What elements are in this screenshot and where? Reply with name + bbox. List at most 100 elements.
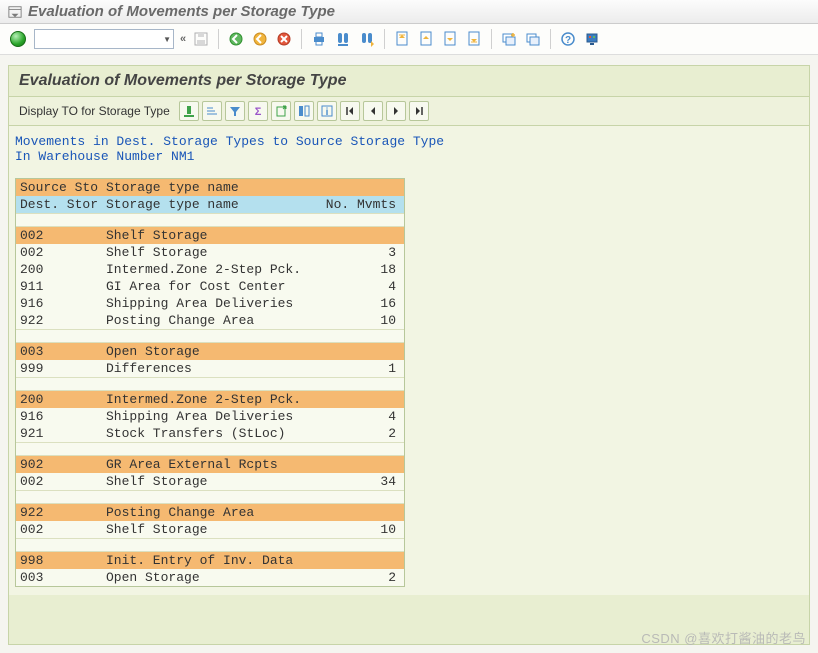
dest-mvmt: 34 bbox=[316, 473, 402, 490]
dest-row[interactable]: 999Differences1 bbox=[16, 360, 404, 377]
dest-mvmt: 10 bbox=[316, 521, 402, 538]
menu-icon[interactable] bbox=[8, 5, 22, 19]
dest-row[interactable]: 200Intermed.Zone 2-Step Pck.18 bbox=[16, 261, 404, 278]
dest-code: 003 bbox=[16, 569, 106, 586]
dest-code: 916 bbox=[16, 295, 106, 312]
svg-text:?: ? bbox=[565, 35, 571, 46]
src-code: 200 bbox=[16, 391, 106, 408]
source-row[interactable]: 200Intermed.Zone 2-Step Pck. bbox=[16, 391, 404, 408]
find-icon[interactable] bbox=[332, 28, 354, 50]
dest-code: 921 bbox=[16, 425, 106, 442]
info-line-2: In Warehouse Number NM1 bbox=[15, 149, 803, 164]
dest-row[interactable]: 002Shelf Storage34 bbox=[16, 473, 404, 490]
src-name: Posting Change Area bbox=[106, 504, 316, 521]
dest-row[interactable]: 002Shelf Storage3 bbox=[16, 244, 404, 261]
back-icon[interactable] bbox=[225, 28, 247, 50]
nav-prev-icon[interactable] bbox=[363, 101, 383, 121]
details-icon[interactable] bbox=[179, 101, 199, 121]
dest-name: GI Area for Cost Center bbox=[106, 278, 316, 295]
filter-icon[interactable] bbox=[225, 101, 245, 121]
dest-row[interactable]: 921Stock Transfers (StLoc)2 bbox=[16, 425, 404, 442]
dest-name: Stock Transfers (StLoc) bbox=[106, 425, 316, 442]
source-row[interactable]: 003Open Storage bbox=[16, 343, 404, 360]
alv-toolbar: Display TO for Storage Type Σ i bbox=[9, 97, 809, 126]
dest-code: 916 bbox=[16, 408, 106, 425]
window-title: Evaluation of Movements per Storage Type bbox=[28, 3, 335, 20]
content-panel: Evaluation of Movements per Storage Type… bbox=[8, 65, 810, 645]
report-area: Movements in Dest. Storage Types to Sour… bbox=[9, 126, 809, 595]
src-code: 902 bbox=[16, 456, 106, 473]
src-code: 003 bbox=[16, 343, 106, 360]
dest-row[interactable]: 003Open Storage2 bbox=[16, 569, 404, 586]
dest-name: Shipping Area Deliveries bbox=[106, 295, 316, 312]
header-source: Source Sto Storage type name bbox=[16, 179, 404, 196]
print-icon[interactable] bbox=[308, 28, 330, 50]
dest-row[interactable]: 916Shipping Area Deliveries16 bbox=[16, 295, 404, 312]
dest-code: 002 bbox=[16, 244, 106, 261]
prev-page-icon[interactable] bbox=[415, 28, 437, 50]
next-page-icon[interactable] bbox=[439, 28, 461, 50]
dest-name: Posting Change Area bbox=[106, 312, 316, 329]
dest-mvmt: 16 bbox=[316, 295, 402, 312]
nav-first-icon[interactable] bbox=[340, 101, 360, 121]
customize-icon[interactable] bbox=[581, 28, 603, 50]
dest-mvmt: 4 bbox=[316, 278, 402, 295]
dest-code: 911 bbox=[16, 278, 106, 295]
info-icon[interactable]: i bbox=[317, 101, 337, 121]
source-row[interactable]: 922Posting Change Area bbox=[16, 504, 404, 521]
dest-code: 922 bbox=[16, 312, 106, 329]
last-page-icon[interactable] bbox=[463, 28, 485, 50]
group-separator bbox=[16, 538, 404, 552]
dest-name: Differences bbox=[106, 360, 316, 377]
cancel-icon[interactable] bbox=[273, 28, 295, 50]
dest-mvmt: 3 bbox=[316, 244, 402, 261]
sum-icon[interactable]: Σ bbox=[248, 101, 268, 121]
nav-last-icon[interactable] bbox=[409, 101, 429, 121]
svg-text:i: i bbox=[325, 107, 328, 118]
collapse-icon[interactable]: « bbox=[176, 33, 188, 45]
dest-row[interactable]: 911GI Area for Cost Center4 bbox=[16, 278, 404, 295]
new-session-icon[interactable] bbox=[498, 28, 520, 50]
src-code: 922 bbox=[16, 504, 106, 521]
layout-settings-icon[interactable] bbox=[294, 101, 314, 121]
group-separator bbox=[16, 377, 404, 391]
src-code: 998 bbox=[16, 552, 106, 569]
src-name: Shelf Storage bbox=[106, 227, 316, 244]
nav-next-icon[interactable] bbox=[386, 101, 406, 121]
window-titlebar: Evaluation of Movements per Storage Type bbox=[0, 0, 818, 24]
export-icon[interactable] bbox=[271, 101, 291, 121]
dest-name: Shipping Area Deliveries bbox=[106, 408, 316, 425]
dest-row[interactable]: 916Shipping Area Deliveries4 bbox=[16, 408, 404, 425]
first-page-icon[interactable] bbox=[391, 28, 413, 50]
main-toolbar: ▼ « ? bbox=[0, 24, 818, 55]
status-ok-icon bbox=[10, 31, 26, 47]
dest-name: Intermed.Zone 2-Step Pck. bbox=[106, 261, 316, 278]
movements-table: Source Sto Storage type name Dest. Stor … bbox=[15, 178, 405, 587]
content-title: Evaluation of Movements per Storage Type bbox=[9, 66, 809, 97]
command-field[interactable]: ▼ bbox=[34, 29, 174, 49]
group-separator bbox=[16, 213, 404, 227]
dest-code: 002 bbox=[16, 473, 106, 490]
exit-icon[interactable] bbox=[249, 28, 271, 50]
dest-row[interactable]: 002Shelf Storage10 bbox=[16, 521, 404, 538]
help-icon[interactable]: ? bbox=[557, 28, 579, 50]
layout-icon[interactable] bbox=[522, 28, 544, 50]
group-separator bbox=[16, 442, 404, 456]
dest-mvmt: 4 bbox=[316, 408, 402, 425]
header-dest: Dest. Stor Storage type name No. Mvmts bbox=[16, 196, 404, 213]
dropdown-icon[interactable]: ▼ bbox=[163, 35, 171, 44]
dest-code: 999 bbox=[16, 360, 106, 377]
source-row[interactable]: 002Shelf Storage bbox=[16, 227, 404, 244]
svg-text:Σ: Σ bbox=[254, 106, 261, 118]
src-name: Init. Entry of Inv. Data bbox=[106, 552, 316, 569]
sort-asc-icon[interactable] bbox=[202, 101, 222, 121]
find-next-icon[interactable] bbox=[356, 28, 378, 50]
dest-row[interactable]: 922Posting Change Area10 bbox=[16, 312, 404, 329]
save-icon[interactable] bbox=[190, 28, 212, 50]
source-row[interactable]: 902GR Area External Rcpts bbox=[16, 456, 404, 473]
group-separator bbox=[16, 490, 404, 504]
source-row[interactable]: 998Init. Entry of Inv. Data bbox=[16, 552, 404, 569]
dest-code: 002 bbox=[16, 521, 106, 538]
src-code: 002 bbox=[16, 227, 106, 244]
group-separator bbox=[16, 329, 404, 343]
